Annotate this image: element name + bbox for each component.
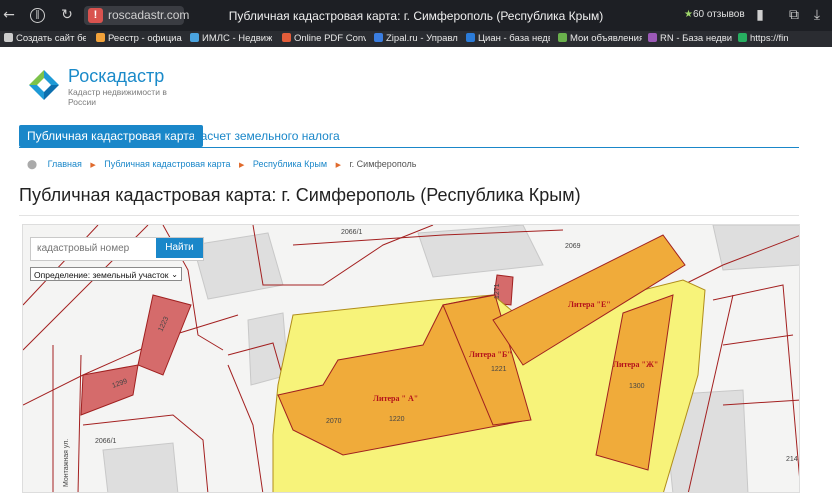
bookmark-item[interactable]: Реестр - официал [96, 32, 182, 46]
roskadastr-logo[interactable] [28, 69, 60, 101]
plot-label: 2066/1 [95, 438, 117, 445]
plot-label: 2069 [565, 243, 581, 250]
url-text: roscadastr.com [108, 8, 190, 22]
reviews-badge[interactable]: ★60 отзывов [684, 9, 745, 20]
reload-icon[interactable]: ↻ [58, 6, 76, 24]
bookmark-label: Zipal.ru - Управле [386, 33, 458, 44]
title-divider [19, 215, 799, 216]
plot-label: 1271 [494, 283, 501, 299]
cadastral-number-input[interactable] [31, 238, 155, 258]
parcel-line [722, 334, 794, 346]
plot-label: 214 [786, 456, 798, 463]
cadastral-search: Найти [30, 237, 204, 261]
chevron-right-icon: ▶ [239, 162, 245, 169]
map-building [192, 232, 284, 300]
bookmarks-bar: Создать сайт бесп Реестр - официал ИМЛС … [0, 31, 832, 47]
tab-land-tax-calculation[interactable]: Расчет земельного налога [193, 129, 340, 143]
bookmark-favicon [466, 33, 475, 42]
definition-value: земельный участок [92, 270, 169, 280]
shield-icon[interactable]: ‖ [30, 8, 45, 23]
breadcrumb-region[interactable]: Республика Крым [253, 159, 327, 169]
bookmark-label: Создать сайт бесп [16, 33, 86, 44]
breadcrumb: ⬤ Главная ▶ Публичная кадастровая карта … [27, 159, 416, 170]
bookmark-favicon [190, 33, 199, 42]
bookmark-item[interactable]: Создать сайт бесп [4, 32, 86, 46]
warning-icon: ! [88, 8, 103, 23]
browser-toolbar: ← ‖ ↻ ! roscadastr.com Публичная кадастр… [0, 0, 832, 31]
bookmark-label: https://fin [750, 33, 789, 44]
bookmark-item[interactable]: Online PDF Conve [282, 32, 366, 46]
brand-tagline: Кадастр недвижимости в России [68, 87, 167, 107]
bookmark-icon[interactable]: ▮ [751, 6, 769, 24]
plot-label: 2070 [326, 418, 342, 425]
map-building [102, 442, 179, 492]
chevron-down-icon: ⌄ [171, 270, 178, 279]
bookmark-favicon [96, 33, 105, 42]
building-label: Литера "Е" [568, 300, 611, 309]
bookmark-item[interactable]: Мои объявления [558, 32, 642, 46]
plot-label: 1221 [491, 366, 507, 373]
bookmark-label: ИМЛС - Недвижи [202, 33, 272, 44]
chevron-right-icon: ▶ [335, 162, 341, 169]
map-building [417, 225, 544, 278]
extensions-icon[interactable]: ⧉ [785, 6, 803, 24]
breadcrumb-current: г. Симферополь [349, 159, 417, 169]
map-canvas[interactable]: 2066/1 2069 2066/1 2070 1220 1221 1300 1… [23, 225, 800, 493]
location-pin-icon: ⬤ [27, 159, 38, 169]
tabs-divider [19, 147, 799, 148]
definition-select[interactable]: Определение: земельный участок ⌄ [30, 267, 182, 281]
plot-label: 2066/1 [341, 229, 363, 236]
bookmark-item[interactable]: https://fin [738, 32, 802, 46]
reviews-label: 60 отзывов [692, 9, 745, 20]
back-icon[interactable]: ← [0, 6, 18, 24]
bookmark-favicon [648, 33, 657, 42]
street-label: Монтажная ул. [63, 439, 70, 487]
breadcrumb-map[interactable]: Публичная кадастровая карта [104, 159, 230, 169]
bookmark-favicon [374, 33, 383, 42]
map-building [712, 225, 799, 271]
bookmark-label: Реестр - официал [108, 33, 182, 44]
cadastral-map[interactable]: 2066/1 2069 2066/1 2070 1220 1221 1300 1… [22, 224, 800, 493]
building-label: Литера " А" [373, 394, 418, 403]
bookmark-label: Online PDF Conve [294, 33, 366, 44]
bookmark-favicon [282, 33, 291, 42]
page-title: Публичная кадастровая карта: г. Симфероп… [19, 185, 581, 205]
chevron-right-icon: ▶ [90, 162, 96, 169]
parcel-1223 [137, 294, 192, 376]
definition-label: Определение: [34, 270, 91, 280]
address-bar[interactable]: ! roscadastr.com [84, 6, 189, 25]
building-label: Литера "Ж" [613, 360, 658, 369]
download-icon[interactable]: ⤓ [808, 6, 826, 24]
bookmark-favicon [4, 33, 13, 42]
bookmark-label: Мои объявления [570, 33, 642, 44]
plot-label: 1300 [629, 383, 645, 390]
bookmark-item[interactable]: RN - База недвиж [648, 32, 732, 46]
search-button[interactable]: Найти [156, 238, 203, 258]
bookmark-item[interactable]: ИМЛС - Недвижи [190, 32, 272, 46]
bookmark-item[interactable]: Циан - база недв [466, 32, 550, 46]
star-icon: ★ [684, 9, 693, 20]
breadcrumb-home[interactable]: Главная [48, 159, 82, 169]
bookmark-favicon [738, 33, 747, 42]
parcel-line [227, 364, 264, 492]
brand-name[interactable]: Роскадастр [68, 66, 164, 87]
plot-label: 1220 [389, 416, 405, 423]
bookmark-item[interactable]: Zipal.ru - Управле [374, 32, 458, 46]
bookmark-favicon [558, 33, 567, 42]
tab-public-cadastral-map[interactable]: Публичная кадастровая карта [19, 125, 204, 147]
building-label: Литера "Б" [469, 350, 512, 359]
bookmark-label: Циан - база недв [478, 33, 550, 44]
bookmark-label: RN - База недвиж [660, 33, 732, 44]
